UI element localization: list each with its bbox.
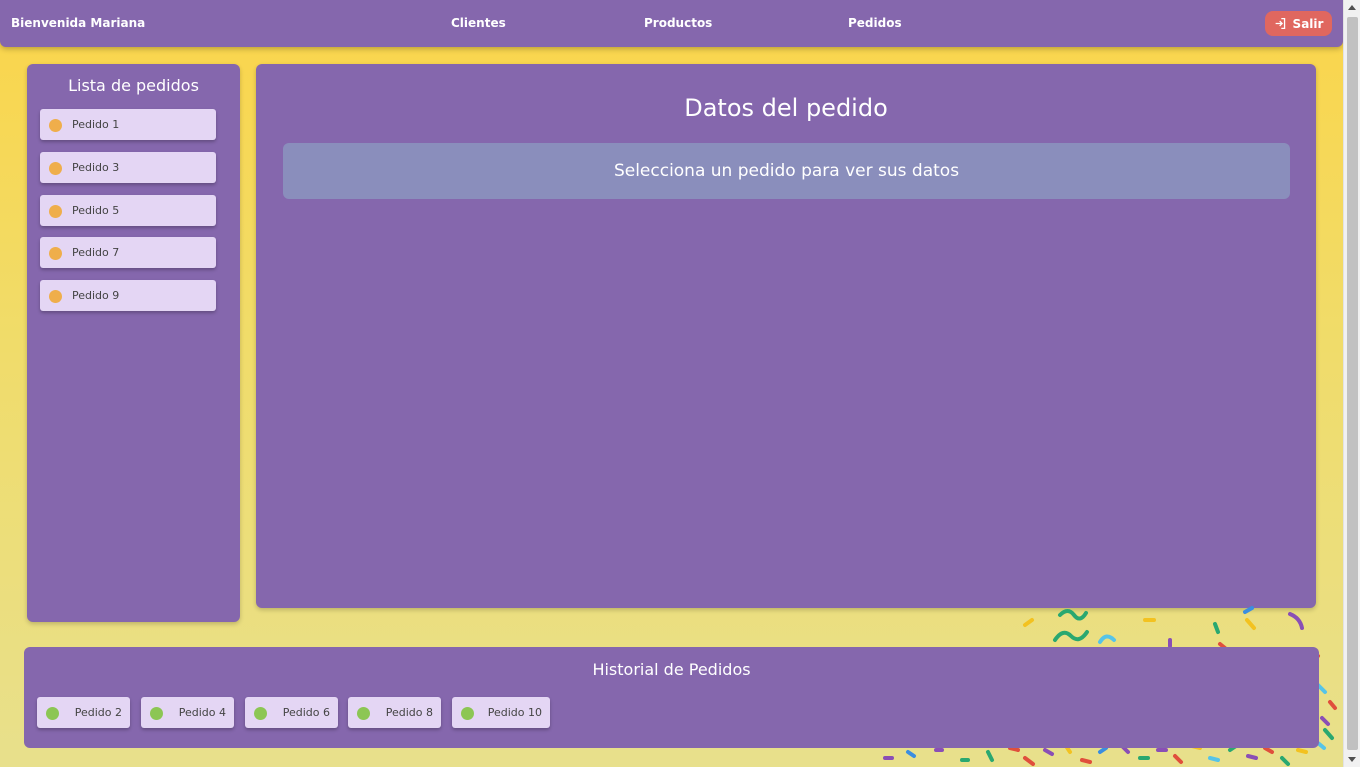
order-card-pedido-1[interactable]: Pedido 1 xyxy=(40,109,216,140)
done-status-dot xyxy=(357,707,370,720)
history-order-label: Pedido 8 xyxy=(385,706,433,719)
logout-label: Salir xyxy=(1292,16,1324,31)
vertical-scrollbar[interactable] xyxy=(1343,0,1360,767)
scroll-down-arrow-icon[interactable] xyxy=(1348,757,1356,762)
order-history-title: Historial de Pedidos xyxy=(592,660,751,679)
scrollbar-thumb[interactable] xyxy=(1347,17,1358,750)
logout-button[interactable]: Salir xyxy=(1265,11,1332,36)
order-label: Pedido 7 xyxy=(72,246,120,259)
history-card-pedido-8[interactable]: Pedido 8 xyxy=(348,697,441,728)
history-card-pedido-10[interactable]: Pedido 10 xyxy=(452,697,550,728)
pending-orders-title: Lista de pedidos xyxy=(68,76,199,95)
order-card-pedido-3[interactable]: Pedido 3 xyxy=(40,152,216,183)
done-status-dot xyxy=(461,707,474,720)
top-navbar: Bienvenida Mariana Clientes Productos Pe… xyxy=(0,0,1343,47)
history-order-label: Pedido 4 xyxy=(178,706,226,719)
sign-in-icon xyxy=(1275,17,1285,30)
welcome-text: Bienvenida Mariana xyxy=(11,16,146,30)
history-card-pedido-6[interactable]: Pedido 6 xyxy=(245,697,338,728)
pending-orders-panel xyxy=(27,64,240,622)
pending-status-dot xyxy=(49,247,62,260)
pending-status-dot xyxy=(49,205,62,218)
nav-link-pedidos[interactable]: Pedidos xyxy=(848,16,902,30)
order-card-pedido-7[interactable]: Pedido 7 xyxy=(40,237,216,268)
order-details-panel: Datos del pedido Selecciona un pedido pa… xyxy=(256,64,1316,608)
history-order-label: Pedido 10 xyxy=(487,706,542,719)
order-card-pedido-5[interactable]: Pedido 5 xyxy=(40,195,216,226)
order-label: Pedido 5 xyxy=(72,204,120,217)
order-label: Pedido 9 xyxy=(72,289,120,302)
done-status-dot xyxy=(46,707,59,720)
pending-status-dot xyxy=(49,290,62,303)
order-history-panel: Historial de Pedidos Pedido 2 Pedido 4 P… xyxy=(24,647,1319,748)
pending-status-dot xyxy=(49,119,62,132)
order-card-pedido-9[interactable]: Pedido 9 xyxy=(40,280,216,311)
pending-status-dot xyxy=(49,162,62,175)
order-details-placeholder: Selecciona un pedido para ver sus datos xyxy=(283,143,1290,199)
order-details-title: Datos del pedido xyxy=(684,94,888,122)
nav-link-productos[interactable]: Productos xyxy=(644,16,712,30)
history-card-pedido-2[interactable]: Pedido 2 xyxy=(37,697,130,728)
done-status-dot xyxy=(150,707,163,720)
order-label: Pedido 3 xyxy=(72,161,120,174)
history-order-label: Pedido 6 xyxy=(282,706,330,719)
history-card-pedido-4[interactable]: Pedido 4 xyxy=(141,697,234,728)
nav-link-clientes[interactable]: Clientes xyxy=(451,16,506,30)
order-label: Pedido 1 xyxy=(72,118,120,131)
done-status-dot xyxy=(254,707,267,720)
history-order-label: Pedido 2 xyxy=(74,706,122,719)
scroll-up-arrow-icon[interactable] xyxy=(1348,5,1356,10)
